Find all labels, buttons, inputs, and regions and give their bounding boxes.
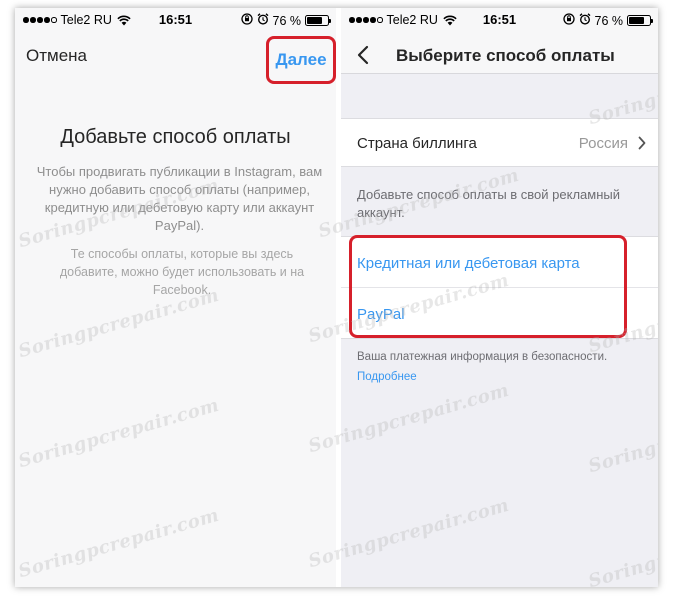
next-button[interactable]: Далее (266, 36, 336, 84)
left-screen: Tele2 RU 16:51 76 % Отмена Далее Добавьт… (15, 8, 336, 587)
nav-title: Выберите способ оплаты (396, 46, 615, 65)
security-note: Ваша платежная информация в безопасности… (357, 351, 608, 363)
alarm-icon (579, 13, 591, 28)
battery-icon (305, 15, 331, 26)
status-bar-right: 76 % (562, 13, 653, 28)
section-description: Добавьте способ оплаты в свой рекламный … (357, 187, 620, 220)
billing-country-row[interactable]: Страна биллинга Россия (341, 118, 658, 167)
billing-country-label: Страна биллинга (357, 135, 477, 152)
right-screen: Tele2 RU 16:51 76 % Выберите способ опла… (341, 8, 658, 587)
status-bar: Tele2 RU 16:51 76 % (341, 8, 658, 30)
back-chevron-icon[interactable] (355, 45, 371, 65)
method-paypal[interactable]: PayPal (341, 288, 658, 339)
method-credit-card[interactable]: Кредитная или дебетовая карта (341, 237, 658, 288)
right-nav-bar: Выберите способ оплаты (341, 30, 658, 74)
status-bar-right: 76 % (240, 13, 331, 28)
screenshot-frame: Tele2 RU 16:51 76 % Отмена Далее Добавьт… (15, 8, 658, 587)
learn-more-link[interactable]: Подробнее (357, 371, 417, 383)
method-label: PayPal (357, 306, 405, 323)
alarm-icon (257, 13, 269, 28)
battery-icon (627, 15, 653, 26)
chevron-right-icon (638, 136, 646, 150)
page-title: Добавьте способ оплаты (60, 126, 291, 148)
payment-description: Чтобы продвигать публикации в Instagram,… (36, 164, 323, 233)
left-nav-bar: Отмена Далее (15, 30, 336, 84)
orientation-lock-icon (562, 13, 575, 28)
status-bar: Tele2 RU 16:51 76 % (15, 8, 336, 30)
billing-country-value: Россия (578, 135, 628, 152)
method-label: Кредитная или дебетовая карта (357, 255, 580, 272)
cancel-button[interactable]: Отмена (26, 46, 87, 66)
orientation-lock-icon (240, 13, 253, 28)
battery-percent: 76 % (594, 13, 624, 28)
payment-methods-list: Кредитная или дебетовая карта PayPal (341, 236, 658, 339)
battery-percent: 76 % (272, 13, 302, 28)
facebook-note: Те способы оплаты, которые вы здесь доба… (59, 247, 305, 297)
